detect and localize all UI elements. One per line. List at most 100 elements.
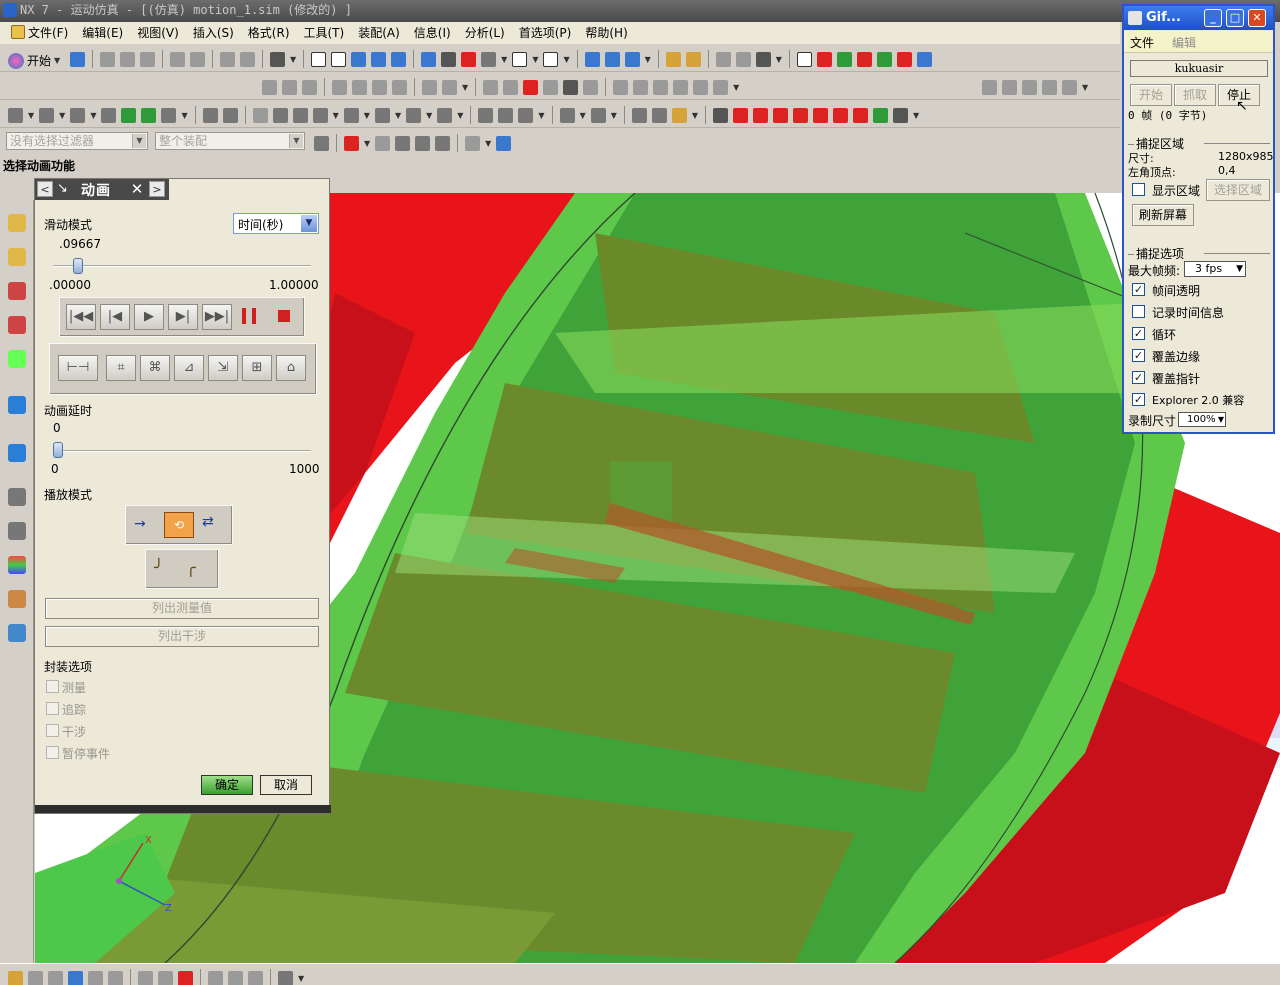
anim-back-icon[interactable]	[753, 107, 769, 123]
rectangle-select-icon[interactable]	[465, 135, 481, 151]
offset-icon[interactable]	[613, 79, 629, 95]
section-icon[interactable]	[735, 51, 751, 67]
copy-icon[interactable]	[120, 51, 135, 67]
arrow-right-icon[interactable]	[141, 107, 157, 123]
fit-icon[interactable]	[311, 51, 327, 67]
undo-icon[interactable]	[170, 51, 185, 67]
selection-icon[interactable]	[665, 51, 681, 67]
sew-icon[interactable]	[478, 107, 494, 123]
cut-icon[interactable]	[100, 51, 115, 67]
anim-stop-icon[interactable]	[853, 107, 869, 123]
roles-icon[interactable]	[8, 590, 26, 608]
edit-param-icon[interactable]	[1002, 79, 1017, 95]
interference-checkbox[interactable]	[46, 724, 59, 737]
block-icon[interactable]	[8, 107, 23, 123]
stretch-icon[interactable]	[1042, 79, 1057, 95]
redo-icon[interactable]	[190, 51, 205, 67]
cone-icon[interactable]	[70, 107, 86, 123]
gif-menu-edit[interactable]: 编辑	[1172, 34, 1196, 51]
bottom-tool-10-icon[interactable]	[208, 970, 223, 985]
rectangle-icon[interactable]	[583, 79, 599, 95]
hide-icon[interactable]	[240, 51, 255, 67]
arc-icon[interactable]	[282, 79, 297, 95]
part-navigator-icon[interactable]	[8, 282, 26, 300]
menu-tools[interactable]: 工具(T)	[297, 23, 352, 43]
settings-icon[interactable]: ⌂	[276, 355, 306, 381]
anim-flag-icon[interactable]	[893, 107, 909, 123]
circle-icon[interactable]	[372, 79, 387, 95]
perspective-icon[interactable]	[391, 51, 407, 67]
offset-face-icon[interactable]	[518, 107, 534, 123]
mirror-icon[interactable]	[437, 107, 453, 123]
point-icon[interactable]	[422, 79, 437, 95]
move-face-icon[interactable]	[590, 107, 606, 123]
menu-view[interactable]: 视图(V)	[130, 23, 186, 43]
bottom-tool-1-icon[interactable]	[8, 970, 23, 985]
delete-icon[interactable]	[220, 51, 235, 67]
measure-icon[interactable]	[715, 51, 731, 67]
record-icon[interactable]	[816, 51, 832, 67]
process-studio-icon[interactable]	[8, 522, 26, 540]
chain-icon[interactable]	[302, 79, 317, 95]
opt-explorer-checkbox[interactable]: ✓	[1132, 393, 1145, 406]
clock-icon[interactable]	[8, 488, 26, 506]
menu-insert[interactable]: 插入(S)	[186, 23, 241, 43]
reverse-direction-icon[interactable]: ╯	[154, 558, 164, 577]
web-browser-icon[interactable]	[8, 396, 26, 414]
bottom-tool-4-icon[interactable]	[68, 970, 83, 985]
polygon-icon[interactable]	[442, 79, 457, 95]
list-interference-button[interactable]: 列出干涉	[45, 626, 319, 647]
clip-icon[interactable]	[755, 51, 771, 67]
graph-icon[interactable]: ⊞	[242, 355, 272, 381]
menu-help[interactable]: 帮助(H)	[578, 23, 634, 43]
fast-forward-to-end-icon[interactable]: ▶▶|	[202, 304, 232, 330]
menu-info[interactable]: 信息(I)	[407, 23, 458, 43]
dialog-back-icon[interactable]: <	[37, 181, 53, 197]
menu-preferences[interactable]: 首选项(P)	[512, 23, 579, 43]
bottom-tool-2-icon[interactable]	[28, 970, 43, 985]
csys-select-icon[interactable]	[496, 135, 512, 151]
history-icon[interactable]	[8, 444, 26, 462]
extract-icon[interactable]	[693, 79, 709, 95]
bottom-tool-8-icon[interactable]	[158, 970, 173, 985]
close-icon[interactable]: ✕	[127, 180, 147, 198]
cylinder-icon[interactable]	[39, 107, 55, 123]
helix-icon[interactable]	[523, 79, 539, 95]
revolve-icon[interactable]	[161, 107, 177, 123]
assembly-scope-combo[interactable]: 整个装配 ▼	[155, 132, 305, 150]
unite-icon[interactable]	[202, 107, 218, 123]
anim-step-back-icon[interactable]	[733, 107, 749, 123]
anim-forward-icon[interactable]	[793, 107, 809, 123]
bottom-tool-3-icon[interactable]	[48, 970, 63, 985]
snap-icon[interactable]	[685, 51, 701, 67]
constraint-navigator-icon[interactable]	[8, 248, 26, 266]
arrow-left-icon[interactable]	[121, 107, 137, 123]
patch-icon[interactable]	[498, 107, 514, 123]
split-body-icon[interactable]	[651, 107, 667, 123]
sync-icon[interactable]	[559, 107, 575, 123]
orient-icon[interactable]	[624, 51, 640, 67]
start-button[interactable]: 开始 ▼	[8, 52, 60, 69]
sphere-icon[interactable]	[101, 107, 117, 123]
opt-timestamp-checkbox[interactable]	[1132, 305, 1145, 318]
opt-transparent-checkbox[interactable]: ✓	[1132, 283, 1145, 296]
forward-direction-icon[interactable]: ╭	[186, 558, 196, 577]
step-forward-icon[interactable]: ▶|	[168, 304, 198, 330]
opt-pointer-checkbox[interactable]: ✓	[1132, 371, 1145, 384]
bottom-tool-11-icon[interactable]	[228, 970, 243, 985]
trim-body-icon[interactable]	[631, 107, 647, 123]
intersect-icon[interactable]	[673, 79, 689, 95]
ok-button[interactable]: 确定	[201, 775, 253, 795]
curve-icon[interactable]	[332, 79, 347, 95]
refresh-screen-button[interactable]: 刷新屏幕	[1132, 204, 1194, 226]
menu-file[interactable]: 文件(F)	[4, 23, 75, 43]
show-area-checkbox[interactable]	[1132, 183, 1145, 196]
reuse-library-icon[interactable]	[8, 316, 26, 334]
pattern-icon[interactable]	[406, 107, 422, 123]
system-scene-icon[interactable]	[8, 624, 26, 642]
dialog-reset-icon[interactable]: ↘	[57, 181, 68, 196]
select-face-icon[interactable]	[415, 135, 431, 151]
opt-loop-checkbox[interactable]: ✓	[1132, 327, 1145, 340]
render-style-icon[interactable]	[441, 51, 457, 67]
pause-icon[interactable]	[242, 308, 256, 324]
